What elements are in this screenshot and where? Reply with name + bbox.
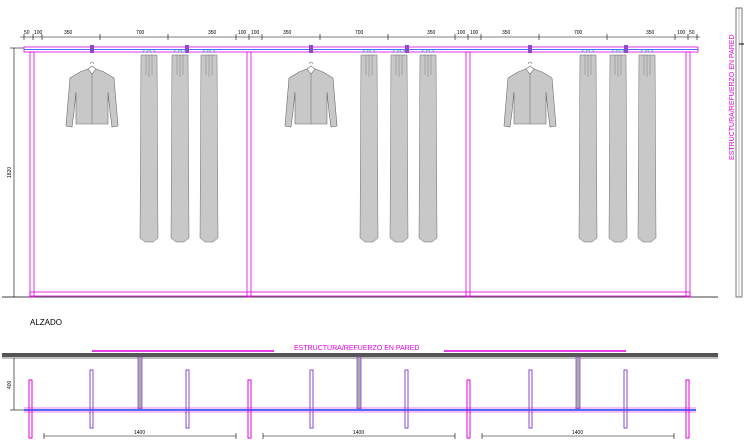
dim-label: 50	[689, 30, 695, 36]
trousers-icon	[608, 49, 628, 243]
upright-post	[465, 51, 471, 298]
dim-label: 350	[283, 30, 292, 36]
dim-label: 50	[24, 30, 30, 36]
dim-label: 700	[355, 30, 364, 36]
dim-label: 350	[427, 30, 436, 36]
shirt-icon	[503, 61, 557, 128]
trousers-icon	[170, 49, 190, 243]
trousers-icon	[139, 49, 159, 243]
trousers-icon	[359, 49, 379, 243]
shirt-icon	[284, 61, 338, 128]
dim-label: 350	[502, 30, 511, 36]
garments-module-3	[503, 49, 657, 243]
technical-drawing: 50 100 350 700 350 100 100 350 700 350 1…	[2, 7, 744, 439]
upright-post	[246, 51, 252, 298]
plan-wall	[2, 353, 718, 357]
depth-dim-label: 400	[7, 380, 13, 389]
height-dim-label: 1820	[7, 167, 13, 178]
dim-label: 350	[646, 30, 655, 36]
dim-label: 350	[208, 30, 217, 36]
dim-label: 700	[574, 30, 583, 36]
dim-label: 700	[136, 30, 145, 36]
trousers-icon	[199, 49, 219, 243]
trousers-icon	[637, 49, 657, 243]
module-dim-label: 1400	[572, 430, 583, 436]
upright-post	[685, 51, 691, 298]
bottom-rail	[29, 291, 691, 297]
plan-view: ESTRUCTURA/REFUERZO EN PARED 400 1400 14…	[2, 345, 718, 439]
dim-label: 100	[251, 30, 260, 36]
garments-module-2	[284, 49, 438, 243]
dim-label: 100	[470, 30, 479, 36]
top-dimension-labels: 50 100 350 700 350 100 100 350 700 350 1…	[24, 30, 695, 36]
wall-reinforcement-label: ESTRUCTURA/REFUERZO EN PARED	[729, 35, 736, 161]
dim-label: 100	[238, 30, 247, 36]
garments-module-1	[65, 49, 219, 243]
trousers-icon	[578, 49, 598, 243]
dim-label: 100	[457, 30, 466, 36]
shirt-icon	[65, 61, 119, 128]
plan-wall-label: ESTRUCTURA/REFUERZO EN PARED	[294, 345, 420, 352]
module-dim-label: 1400	[134, 430, 145, 436]
trousers-icon	[389, 49, 409, 243]
dim-label: 100	[677, 30, 686, 36]
module-dim-label: 1400	[353, 430, 364, 436]
wall-brackets	[137, 356, 581, 410]
dim-label: 100	[34, 30, 43, 36]
upright-post	[29, 51, 35, 298]
elevation-view: 50 100 350 700 350 100 100 350 700 350 1…	[2, 7, 744, 327]
elevation-caption: ALZADO	[30, 318, 62, 327]
trousers-icon	[418, 49, 438, 243]
dim-label: 350	[64, 30, 73, 36]
